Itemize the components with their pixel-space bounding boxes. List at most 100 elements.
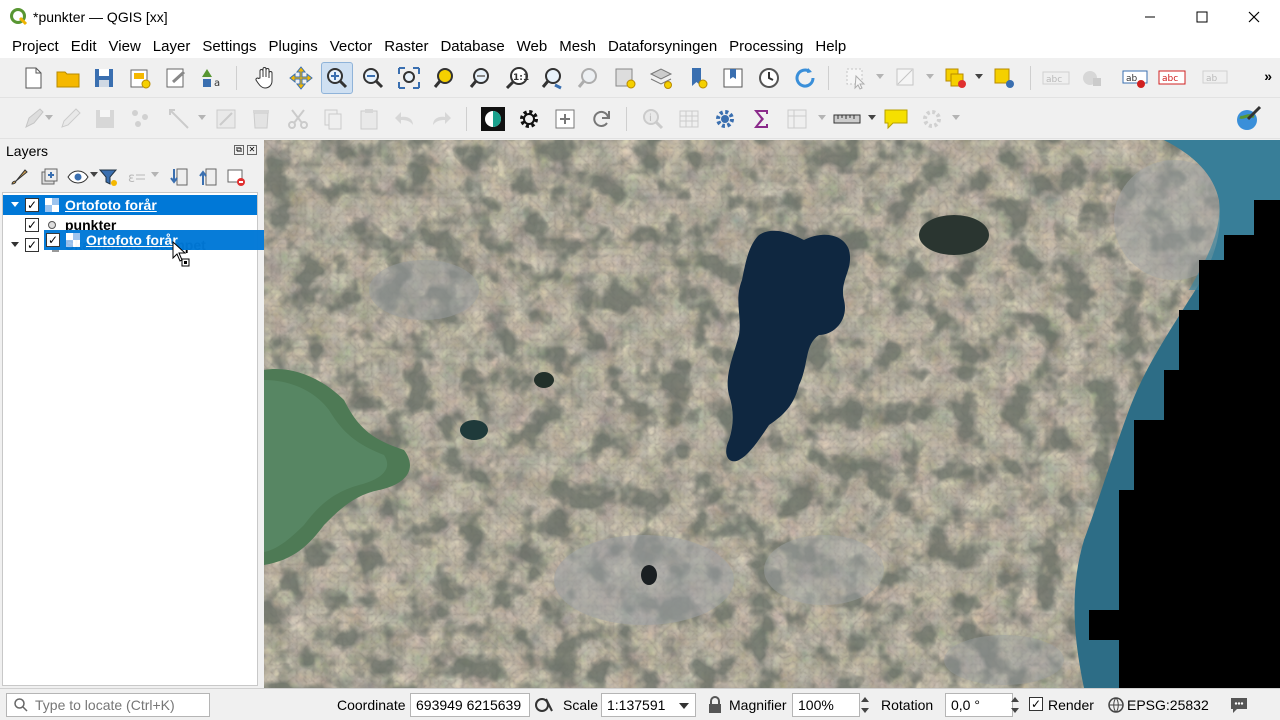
refresh-button[interactable]	[789, 62, 821, 94]
lock-scale-icon[interactable]	[705, 695, 725, 715]
save-project-button[interactable]	[88, 62, 120, 94]
cut-features-button[interactable]	[282, 103, 314, 135]
toggle-editing-button[interactable]	[54, 103, 86, 135]
layer-row-ortofoto[interactable]: ✓ Ortofoto forår	[3, 195, 257, 215]
maximize-button[interactable]	[1176, 0, 1228, 34]
delete-selected-button[interactable]	[245, 103, 277, 135]
menu-help[interactable]: Help	[809, 38, 852, 55]
text-annotation-button[interactable]	[916, 103, 948, 135]
layer-diagram-button[interactable]	[1076, 62, 1108, 94]
menu-raster[interactable]: Raster	[378, 38, 434, 55]
menu-settings[interactable]: Settings	[196, 38, 262, 55]
select-by-location-button[interactable]	[988, 62, 1020, 94]
attribute-table-button[interactable]	[673, 103, 705, 135]
map-tips-button[interactable]	[880, 103, 912, 135]
close-button[interactable]	[1228, 0, 1280, 34]
show-bookmarks-button[interactable]	[645, 62, 677, 94]
expand-arrow-icon[interactable]	[9, 239, 21, 251]
vertex-tool-button[interactable]	[163, 103, 195, 135]
pin-labels-button[interactable]: ab	[1120, 62, 1152, 94]
menu-mesh[interactable]: Mesh	[553, 38, 602, 55]
save-edits-button[interactable]	[89, 103, 121, 135]
scale-combobox[interactable]: 1:137591	[601, 693, 696, 717]
rotation-spinbox[interactable]: 0,0 °	[945, 693, 1013, 717]
identify-features-button[interactable]: i	[637, 103, 669, 135]
locator-search-input[interactable]: Type to locate (Ctrl+K)	[6, 693, 210, 717]
zoom-to-selection-button[interactable]	[429, 62, 461, 94]
zoom-last-button[interactable]	[537, 62, 569, 94]
layout-manager-button[interactable]	[160, 62, 192, 94]
remove-layer-button[interactable]	[225, 166, 247, 188]
open-field-calculator-button[interactable]	[781, 103, 813, 135]
zoom-in-button[interactable]	[321, 62, 353, 94]
zoom-native-button[interactable]: 1:1	[501, 62, 533, 94]
close-panel-button[interactable]: ✕	[247, 145, 257, 155]
show-hide-labels-button[interactable]: ab	[1200, 62, 1232, 94]
reload-plugin-button[interactable]	[585, 103, 617, 135]
pan-to-selection-button[interactable]	[285, 62, 317, 94]
magnifier-spin-buttons[interactable]	[858, 693, 872, 717]
menu-layer[interactable]: Layer	[147, 38, 197, 55]
map-canvas[interactable]	[264, 140, 1280, 688]
new-print-layout-button[interactable]	[124, 62, 156, 94]
layer-visibility-checkbox[interactable]: ✓	[25, 218, 39, 232]
manage-visibility-button[interactable]	[67, 166, 89, 188]
spatial-bookmark-button[interactable]	[681, 62, 713, 94]
collapse-all-button[interactable]	[197, 166, 219, 188]
geoprocessing-plugin-button[interactable]	[477, 103, 509, 135]
copy-features-button[interactable]	[317, 103, 349, 135]
measure-line-button[interactable]	[831, 103, 863, 135]
style-manager-button[interactable]: a	[196, 62, 228, 94]
rotation-spin-buttons[interactable]	[1008, 693, 1022, 717]
expand-arrow-icon[interactable]	[9, 199, 21, 211]
menu-web[interactable]: Web	[511, 38, 554, 55]
layer-visibility-checkbox[interactable]: ✓	[25, 198, 39, 212]
add-feature-button[interactable]	[125, 103, 157, 135]
modify-attributes-button[interactable]	[210, 103, 242, 135]
expand-all-button[interactable]	[168, 166, 190, 188]
menu-project[interactable]: Project	[6, 38, 65, 55]
select-features-button[interactable]	[840, 62, 872, 94]
undo-button[interactable]	[389, 103, 421, 135]
menu-processing[interactable]: Processing	[723, 38, 809, 55]
messages-icon[interactable]	[1229, 695, 1249, 715]
zoom-full-button[interactable]	[393, 62, 425, 94]
highlight-labels-button[interactable]: abc	[1156, 62, 1188, 94]
menu-edit[interactable]: Edit	[65, 38, 103, 55]
menu-plugins[interactable]: Plugins	[263, 38, 324, 55]
new-bookmark-button[interactable]	[609, 62, 641, 94]
minimize-button[interactable]	[1124, 0, 1176, 34]
pan-map-button[interactable]	[249, 62, 281, 94]
layer-labeling-button[interactable]: abc	[1040, 62, 1072, 94]
layer-visibility-checkbox[interactable]: ✓	[25, 238, 39, 252]
add-group-button[interactable]	[38, 166, 60, 188]
render-checkbox[interactable]: ✓	[1029, 697, 1043, 711]
statistics-button[interactable]	[745, 103, 777, 135]
paste-features-button[interactable]	[353, 103, 385, 135]
menu-dataforsyningen[interactable]: Dataforsyningen	[602, 38, 723, 55]
menu-database[interactable]: Database	[434, 38, 510, 55]
temporal-controller-button[interactable]	[753, 62, 785, 94]
add-plugin-button[interactable]	[549, 103, 581, 135]
magnifier-spinbox[interactable]: 100%	[792, 693, 860, 717]
zoom-to-layer-button[interactable]	[465, 62, 497, 94]
crs-button[interactable]: EPSG:25832	[1127, 697, 1209, 713]
toolbar-overflow-button[interactable]: »	[1264, 68, 1272, 84]
filter-by-expression-button[interactable]: ε	[126, 166, 148, 188]
select-by-expression-button[interactable]	[890, 62, 922, 94]
redo-button[interactable]	[425, 103, 457, 135]
bookmark-manager-button[interactable]	[717, 62, 749, 94]
zoom-next-button[interactable]	[573, 62, 605, 94]
coordinate-field[interactable]: 693949 6215639	[410, 693, 530, 717]
style-panel-button[interactable]	[8, 166, 30, 188]
processing-toolbox-button[interactable]	[709, 103, 741, 135]
toggle-extents-icon[interactable]	[534, 695, 554, 715]
float-panel-button[interactable]: ⧉	[234, 145, 244, 155]
menu-view[interactable]: View	[103, 38, 147, 55]
filter-legend-button[interactable]	[97, 166, 119, 188]
deselect-all-button[interactable]	[940, 62, 972, 94]
new-project-button[interactable]	[17, 62, 49, 94]
settings-button[interactable]	[513, 103, 545, 135]
open-project-button[interactable]	[52, 62, 84, 94]
menu-vector[interactable]: Vector	[324, 38, 379, 55]
